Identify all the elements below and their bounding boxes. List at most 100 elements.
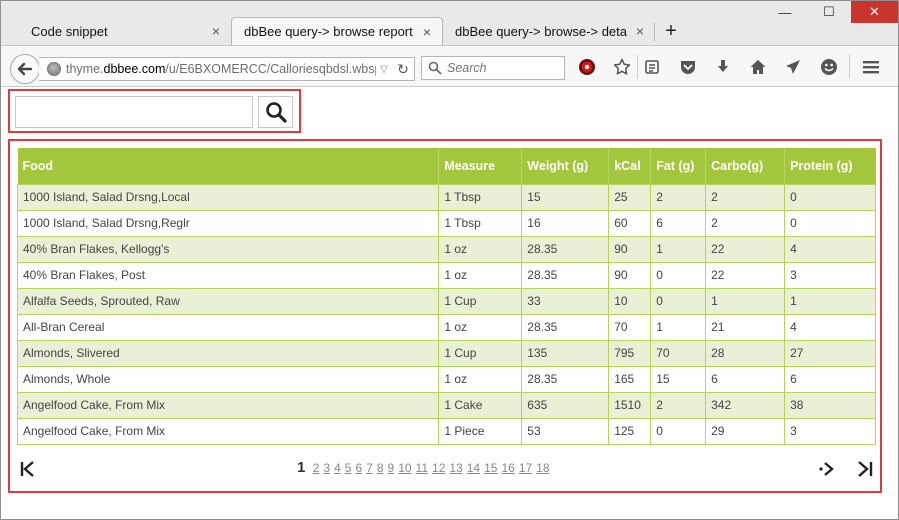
cell-food: Angelfood Cake, From Mix: [16, 417, 440, 445]
tab-label: dbBee query-> browse-> detail ...: [455, 23, 627, 39]
cell-weight: 33: [521, 287, 610, 315]
page-link[interactable]: 16: [501, 461, 514, 475]
cell-protein: 3: [784, 417, 876, 445]
cell-carbo: 342: [705, 391, 786, 419]
reading-list-icon[interactable]: [642, 57, 662, 77]
cell-fat: 2: [650, 183, 707, 211]
page-link[interactable]: 2: [313, 461, 320, 475]
url-text: thyme.dbbee.com/u/E6BXOMERCC/Calloriesqb…: [66, 62, 376, 76]
cell-fat: 0: [650, 287, 707, 315]
cell-fat: 1: [650, 235, 707, 263]
cell-kcal: 1510: [608, 391, 652, 419]
page-content: Food Measure Weight (g) kCal Fat (g) Car…: [1, 87, 898, 519]
table-row[interactable]: 1000 Island, Salad Drsng,Reglr 1 Tbsp 16 60…: [16, 209, 876, 237]
page-current: 1: [297, 459, 306, 476]
toolbar-divider: [637, 55, 638, 79]
tab-close-icon[interactable]: ×: [209, 23, 223, 39]
column-header-fat[interactable]: Fat (g): [650, 148, 707, 184]
table-row[interactable]: Alfalfa Seeds, Sprouted, Raw 1 Cup 33 10 0 1 1: [16, 287, 876, 315]
cell-kcal: 70: [608, 313, 652, 341]
last-page-icon[interactable]: [855, 460, 875, 483]
table-row[interactable]: Angelfood Cake, From Mix 1 Cake 635 1510 2 34…: [16, 391, 876, 419]
table-row[interactable]: 40% Bran Flakes, Post 1 oz 28.35 90 0 22 3: [16, 261, 876, 289]
tab-browse-detail[interactable]: dbBee query-> browse-> detail ... ×: [443, 17, 655, 45]
cell-food: All-Bran Cereal: [16, 313, 440, 341]
table-row[interactable]: All-Bran Cereal 1 oz 28.35 70 1 21 4: [16, 313, 876, 341]
cell-protein: 27: [784, 339, 876, 367]
tab-bar: Code snippet × dbBee query-> browse repo…: [1, 1, 898, 45]
cell-weight: 135: [521, 339, 610, 367]
cell-food: Angelfood Cake, From Mix: [16, 391, 440, 419]
column-header-kcal[interactable]: kCal: [608, 148, 652, 184]
column-header-weight[interactable]: Weight (g): [521, 148, 610, 184]
page-link[interactable]: 12: [432, 461, 445, 475]
page-link[interactable]: 10: [398, 461, 411, 475]
page-link[interactable]: 17: [519, 461, 532, 475]
send-icon[interactable]: [783, 57, 803, 77]
table-row[interactable]: 1000 Island, Salad Drsng,Local 1 Tbsp 15 25…: [16, 183, 876, 211]
first-page-icon[interactable]: [19, 460, 39, 483]
tab-close-icon[interactable]: ×: [420, 24, 434, 40]
back-button[interactable]: [10, 54, 40, 84]
column-header-protein[interactable]: Protein (g): [784, 148, 876, 184]
table-row[interactable]: Almonds, Slivered 1 Cup 135 795 70 28 27: [16, 339, 876, 367]
cell-kcal: 90: [608, 235, 652, 263]
browser-window: Code snippet × dbBee query-> browse repo…: [0, 0, 899, 520]
page-link[interactable]: 14: [467, 461, 480, 475]
url-host: dbbee.com: [103, 62, 166, 76]
page-link[interactable]: 13: [449, 461, 462, 475]
lastpass-icon[interactable]: [577, 57, 597, 77]
page-link[interactable]: 7: [366, 461, 373, 475]
page-link[interactable]: 3: [323, 461, 330, 475]
smiley-icon[interactable]: [819, 57, 839, 77]
column-header-carbo[interactable]: Carbo(g): [705, 148, 786, 184]
navigation-bar: thyme.dbbee.com/u/E6BXOMERCC/Calloriesqb…: [1, 45, 898, 87]
cell-kcal: 60: [608, 209, 652, 237]
cell-food: 40% Bran Flakes, Kellogg's: [16, 235, 440, 263]
search-input[interactable]: [15, 96, 253, 128]
tab-code-snippet[interactable]: Code snippet ×: [19, 17, 231, 45]
cell-food: Almonds, Whole: [16, 365, 440, 393]
reload-icon[interactable]: ↻: [392, 61, 414, 78]
cell-kcal: 165: [608, 365, 652, 393]
search-panel: [8, 89, 301, 133]
next-page-icon[interactable]: [817, 460, 837, 483]
url-dropdown-icon[interactable]: ▽: [376, 64, 392, 75]
results-panel: Food Measure Weight (g) kCal Fat (g) Car…: [8, 139, 882, 493]
page-link[interactable]: 15: [484, 461, 497, 475]
cell-fat: 6: [650, 209, 707, 237]
page-link[interactable]: 6: [355, 461, 362, 475]
address-bar[interactable]: thyme.dbbee.com/u/E6BXOMERCC/Calloriesqb…: [39, 57, 415, 81]
page-link[interactable]: 11: [416, 461, 428, 475]
page-link[interactable]: 5: [345, 461, 352, 475]
cell-food: 1000 Island, Salad Drsng,Local: [16, 183, 440, 211]
close-window-button[interactable]: ✕: [851, 1, 898, 23]
cell-weight: 15: [521, 183, 610, 211]
search-button[interactable]: [258, 96, 293, 128]
tab-close-icon[interactable]: ×: [633, 23, 647, 39]
page-number-list: 1 2 3 4 5 6 7 8 9 10 11 12 13 14 15 16 17 18: [297, 459, 554, 476]
cell-carbo: 6: [705, 365, 786, 393]
page-link[interactable]: 4: [334, 461, 341, 475]
cell-weight: 28.35: [521, 365, 610, 393]
table-row[interactable]: Angelfood Cake, From Mix 1 Piece 53 125 0 29 3: [16, 417, 876, 445]
menu-icon[interactable]: [861, 57, 881, 77]
browser-search-box[interactable]: Search: [421, 56, 565, 80]
new-tab-button[interactable]: +: [661, 21, 681, 43]
column-header-food[interactable]: Food: [17, 148, 440, 184]
maximize-button[interactable]: ☐: [807, 1, 851, 23]
star-icon[interactable]: [612, 57, 632, 77]
column-header-measure[interactable]: Measure: [438, 148, 523, 184]
table-row[interactable]: Almonds, Whole 1 oz 28.35 165 15 6 6: [16, 365, 876, 393]
pocket-icon[interactable]: [678, 57, 698, 77]
page-link[interactable]: 9: [388, 461, 395, 475]
table-row[interactable]: 40% Bran Flakes, Kellogg's 1 oz 28.35 90 1 22…: [16, 235, 876, 263]
home-icon[interactable]: [748, 57, 768, 77]
page-link[interactable]: 18: [536, 461, 549, 475]
table-body: 1000 Island, Salad Drsng,Local 1 Tbsp 15 25…: [16, 183, 876, 445]
cell-protein: 6: [784, 365, 876, 393]
tab-browse-report[interactable]: dbBee query-> browse report f... ×: [231, 17, 443, 45]
minimize-button[interactable]: —: [763, 1, 807, 23]
page-link[interactable]: 8: [377, 461, 384, 475]
download-icon[interactable]: [713, 57, 733, 77]
